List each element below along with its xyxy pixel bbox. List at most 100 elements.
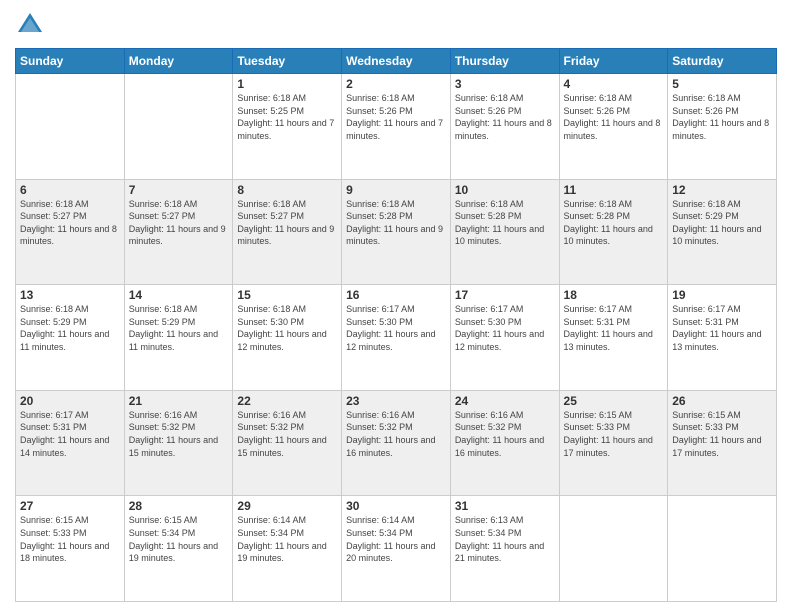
day-number: 6 <box>20 183 120 197</box>
day-info: Sunrise: 6:18 AMSunset: 5:27 PMDaylight:… <box>129 198 229 248</box>
calendar-week-row: 6Sunrise: 6:18 AMSunset: 5:27 PMDaylight… <box>16 179 777 285</box>
day-number: 19 <box>672 288 772 302</box>
day-info: Sunrise: 6:15 AMSunset: 5:34 PMDaylight:… <box>129 514 229 564</box>
weekday-header-row: SundayMondayTuesdayWednesdayThursdayFrid… <box>16 49 777 74</box>
day-number: 18 <box>564 288 664 302</box>
day-info: Sunrise: 6:16 AMSunset: 5:32 PMDaylight:… <box>129 409 229 459</box>
calendar-cell: 1Sunrise: 6:18 AMSunset: 5:25 PMDaylight… <box>233 74 342 180</box>
calendar-cell <box>559 496 668 602</box>
day-info: Sunrise: 6:15 AMSunset: 5:33 PMDaylight:… <box>20 514 120 564</box>
header <box>15 10 777 40</box>
day-info: Sunrise: 6:18 AMSunset: 5:26 PMDaylight:… <box>455 92 555 142</box>
day-number: 26 <box>672 394 772 408</box>
day-number: 31 <box>455 499 555 513</box>
day-number: 20 <box>20 394 120 408</box>
calendar-cell: 21Sunrise: 6:16 AMSunset: 5:32 PMDayligh… <box>124 390 233 496</box>
day-info: Sunrise: 6:13 AMSunset: 5:34 PMDaylight:… <box>455 514 555 564</box>
day-number: 23 <box>346 394 446 408</box>
calendar-cell: 25Sunrise: 6:15 AMSunset: 5:33 PMDayligh… <box>559 390 668 496</box>
calendar-cell: 4Sunrise: 6:18 AMSunset: 5:26 PMDaylight… <box>559 74 668 180</box>
day-number: 12 <box>672 183 772 197</box>
day-number: 5 <box>672 77 772 91</box>
weekday-header-thursday: Thursday <box>450 49 559 74</box>
day-info: Sunrise: 6:17 AMSunset: 5:30 PMDaylight:… <box>346 303 446 353</box>
calendar-cell: 24Sunrise: 6:16 AMSunset: 5:32 PMDayligh… <box>450 390 559 496</box>
calendar-week-row: 1Sunrise: 6:18 AMSunset: 5:25 PMDaylight… <box>16 74 777 180</box>
calendar-cell <box>668 496 777 602</box>
day-number: 25 <box>564 394 664 408</box>
calendar-cell: 16Sunrise: 6:17 AMSunset: 5:30 PMDayligh… <box>342 285 451 391</box>
day-info: Sunrise: 6:18 AMSunset: 5:26 PMDaylight:… <box>672 92 772 142</box>
day-info: Sunrise: 6:15 AMSunset: 5:33 PMDaylight:… <box>564 409 664 459</box>
calendar-cell: 27Sunrise: 6:15 AMSunset: 5:33 PMDayligh… <box>16 496 125 602</box>
day-info: Sunrise: 6:18 AMSunset: 5:27 PMDaylight:… <box>20 198 120 248</box>
day-number: 22 <box>237 394 337 408</box>
day-number: 11 <box>564 183 664 197</box>
weekday-header-saturday: Saturday <box>668 49 777 74</box>
day-number: 30 <box>346 499 446 513</box>
day-number: 2 <box>346 77 446 91</box>
day-info: Sunrise: 6:18 AMSunset: 5:26 PMDaylight:… <box>346 92 446 142</box>
day-info: Sunrise: 6:17 AMSunset: 5:30 PMDaylight:… <box>455 303 555 353</box>
day-number: 16 <box>346 288 446 302</box>
day-number: 21 <box>129 394 229 408</box>
calendar-cell: 30Sunrise: 6:14 AMSunset: 5:34 PMDayligh… <box>342 496 451 602</box>
calendar-cell: 13Sunrise: 6:18 AMSunset: 5:29 PMDayligh… <box>16 285 125 391</box>
day-number: 28 <box>129 499 229 513</box>
calendar-cell: 3Sunrise: 6:18 AMSunset: 5:26 PMDaylight… <box>450 74 559 180</box>
calendar-week-row: 20Sunrise: 6:17 AMSunset: 5:31 PMDayligh… <box>16 390 777 496</box>
weekday-header-tuesday: Tuesday <box>233 49 342 74</box>
calendar-cell: 11Sunrise: 6:18 AMSunset: 5:28 PMDayligh… <box>559 179 668 285</box>
day-info: Sunrise: 6:16 AMSunset: 5:32 PMDaylight:… <box>237 409 337 459</box>
day-number: 29 <box>237 499 337 513</box>
logo-icon <box>15 10 45 40</box>
calendar-week-row: 27Sunrise: 6:15 AMSunset: 5:33 PMDayligh… <box>16 496 777 602</box>
day-number: 8 <box>237 183 337 197</box>
day-number: 1 <box>237 77 337 91</box>
day-info: Sunrise: 6:18 AMSunset: 5:29 PMDaylight:… <box>129 303 229 353</box>
day-number: 14 <box>129 288 229 302</box>
day-info: Sunrise: 6:14 AMSunset: 5:34 PMDaylight:… <box>346 514 446 564</box>
day-number: 17 <box>455 288 555 302</box>
calendar-cell: 14Sunrise: 6:18 AMSunset: 5:29 PMDayligh… <box>124 285 233 391</box>
calendar-cell: 19Sunrise: 6:17 AMSunset: 5:31 PMDayligh… <box>668 285 777 391</box>
calendar-cell: 8Sunrise: 6:18 AMSunset: 5:27 PMDaylight… <box>233 179 342 285</box>
day-info: Sunrise: 6:18 AMSunset: 5:28 PMDaylight:… <box>455 198 555 248</box>
day-info: Sunrise: 6:18 AMSunset: 5:27 PMDaylight:… <box>237 198 337 248</box>
weekday-header-monday: Monday <box>124 49 233 74</box>
calendar-table: SundayMondayTuesdayWednesdayThursdayFrid… <box>15 48 777 602</box>
day-number: 3 <box>455 77 555 91</box>
calendar-cell: 29Sunrise: 6:14 AMSunset: 5:34 PMDayligh… <box>233 496 342 602</box>
day-info: Sunrise: 6:14 AMSunset: 5:34 PMDaylight:… <box>237 514 337 564</box>
day-info: Sunrise: 6:18 AMSunset: 5:29 PMDaylight:… <box>20 303 120 353</box>
calendar-cell: 5Sunrise: 6:18 AMSunset: 5:26 PMDaylight… <box>668 74 777 180</box>
day-info: Sunrise: 6:18 AMSunset: 5:25 PMDaylight:… <box>237 92 337 142</box>
day-info: Sunrise: 6:17 AMSunset: 5:31 PMDaylight:… <box>20 409 120 459</box>
day-info: Sunrise: 6:16 AMSunset: 5:32 PMDaylight:… <box>346 409 446 459</box>
day-number: 10 <box>455 183 555 197</box>
day-info: Sunrise: 6:18 AMSunset: 5:28 PMDaylight:… <box>564 198 664 248</box>
calendar-cell: 20Sunrise: 6:17 AMSunset: 5:31 PMDayligh… <box>16 390 125 496</box>
day-info: Sunrise: 6:18 AMSunset: 5:26 PMDaylight:… <box>564 92 664 142</box>
logo <box>15 10 49 40</box>
calendar-cell: 6Sunrise: 6:18 AMSunset: 5:27 PMDaylight… <box>16 179 125 285</box>
calendar-cell: 15Sunrise: 6:18 AMSunset: 5:30 PMDayligh… <box>233 285 342 391</box>
calendar-cell <box>16 74 125 180</box>
calendar-week-row: 13Sunrise: 6:18 AMSunset: 5:29 PMDayligh… <box>16 285 777 391</box>
calendar-cell: 22Sunrise: 6:16 AMSunset: 5:32 PMDayligh… <box>233 390 342 496</box>
day-info: Sunrise: 6:18 AMSunset: 5:28 PMDaylight:… <box>346 198 446 248</box>
day-number: 15 <box>237 288 337 302</box>
day-info: Sunrise: 6:17 AMSunset: 5:31 PMDaylight:… <box>672 303 772 353</box>
calendar-cell: 28Sunrise: 6:15 AMSunset: 5:34 PMDayligh… <box>124 496 233 602</box>
day-info: Sunrise: 6:15 AMSunset: 5:33 PMDaylight:… <box>672 409 772 459</box>
day-number: 9 <box>346 183 446 197</box>
calendar-cell: 17Sunrise: 6:17 AMSunset: 5:30 PMDayligh… <box>450 285 559 391</box>
weekday-header-sunday: Sunday <box>16 49 125 74</box>
calendar-cell: 10Sunrise: 6:18 AMSunset: 5:28 PMDayligh… <box>450 179 559 285</box>
calendar-cell: 31Sunrise: 6:13 AMSunset: 5:34 PMDayligh… <box>450 496 559 602</box>
weekday-header-wednesday: Wednesday <box>342 49 451 74</box>
day-number: 13 <box>20 288 120 302</box>
calendar-cell: 2Sunrise: 6:18 AMSunset: 5:26 PMDaylight… <box>342 74 451 180</box>
day-info: Sunrise: 6:17 AMSunset: 5:31 PMDaylight:… <box>564 303 664 353</box>
day-number: 7 <box>129 183 229 197</box>
